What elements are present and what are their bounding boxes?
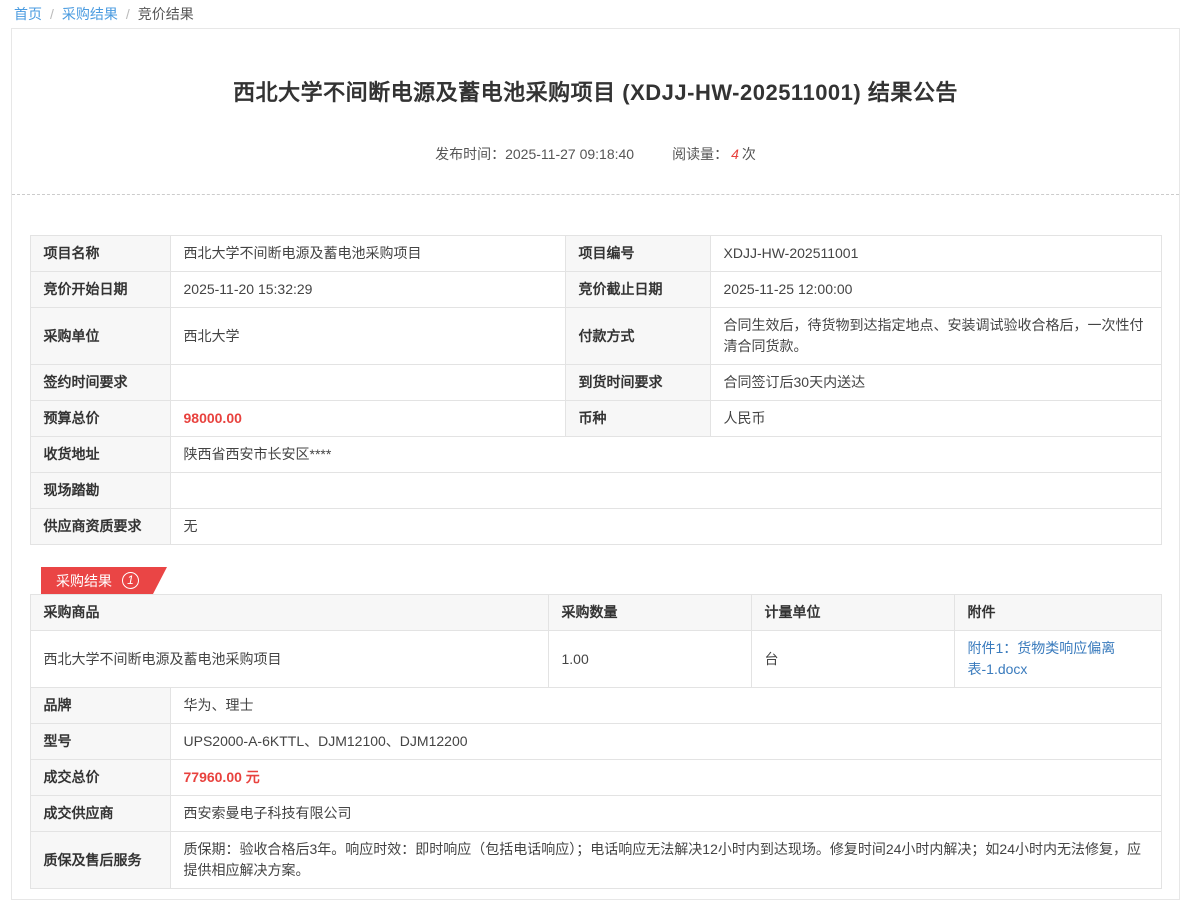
- breadcrumb-home-link[interactable]: 首页: [14, 4, 42, 24]
- field-value: 西北大学: [170, 308, 565, 365]
- table-row: 采购单位 西北大学 付款方式 合同生效后，待货物到达指定地点、安装调试验收合格后…: [30, 308, 1161, 365]
- table-row: 供应商资质要求 无: [30, 509, 1161, 545]
- field-label: 项目编号: [565, 236, 710, 272]
- project-info-table: 项目名称 西北大学不间断电源及蓄电池采购项目 项目编号 XDJJ-HW-2025…: [30, 235, 1162, 545]
- field-label: 币种: [565, 401, 710, 437]
- budget-total-value: 98000.00: [170, 401, 565, 437]
- table-row: 成交供应商 西安索曼电子科技有限公司: [30, 796, 1161, 832]
- field-label: 付款方式: [565, 308, 710, 365]
- result-product-table: 采购商品 采购数量 计量单位 附件 西北大学不间断电源及蓄电池采购项目 1.00…: [30, 594, 1162, 688]
- views-count: 4: [731, 146, 739, 162]
- field-value: XDJJ-HW-202511001: [710, 236, 1161, 272]
- publish-time-label: 发布时间：: [435, 146, 505, 162]
- product-name: 西北大学不间断电源及蓄电池采购项目: [30, 631, 548, 688]
- field-value: UPS2000-A-6KTTL、DJM12100、DJM12200: [170, 724, 1161, 760]
- column-header: 采购数量: [548, 595, 751, 631]
- attachment-link[interactable]: 附件1：货物类响应偏离表-1.docx: [968, 638, 1130, 680]
- field-label: 预算总价: [30, 401, 170, 437]
- field-value: 合同生效后，待货物到达指定地点、安装调试验收合格后，一次性付清合同货款。: [710, 308, 1161, 365]
- publish-time-value: 2025-11-27 09:18:40: [505, 146, 634, 162]
- field-label: 品牌: [30, 688, 170, 724]
- field-value: 西北大学不间断电源及蓄电池采购项目: [170, 236, 565, 272]
- table-row: 竞价开始日期 2025-11-20 15:32:29 竞价截止日期 2025-1…: [30, 272, 1161, 308]
- field-value: 合同签订后30天内送达: [710, 365, 1161, 401]
- field-value: 2025-11-25 12:00:00: [710, 272, 1161, 308]
- dashed-divider: [12, 194, 1179, 195]
- field-label: 到货时间要求: [565, 365, 710, 401]
- field-label: 质保及售后服务: [30, 832, 170, 889]
- publish-info: 发布时间：2025-11-27 09:18:40 阅读量：4次: [12, 144, 1179, 164]
- field-label: 收货地址: [30, 437, 170, 473]
- field-label: 型号: [30, 724, 170, 760]
- field-label: 竞价开始日期: [30, 272, 170, 308]
- field-value: 2025-11-20 15:32:29: [170, 272, 565, 308]
- breadcrumb-separator: /: [50, 6, 54, 22]
- breadcrumb-current-page: 竞价结果: [138, 4, 194, 24]
- field-label: 成交供应商: [30, 796, 170, 832]
- field-label: 现场踏勘: [30, 473, 170, 509]
- field-label: 采购单位: [30, 308, 170, 365]
- views-unit: 次: [742, 146, 756, 162]
- table-row: 签约时间要求 到货时间要求 合同签订后30天内送达: [30, 365, 1161, 401]
- column-header: 附件: [954, 595, 1161, 631]
- product-quantity: 1.00: [548, 631, 751, 688]
- field-label: 签约时间要求: [30, 365, 170, 401]
- table-row: 收货地址 陕西省西安市长安区****: [30, 437, 1161, 473]
- field-value: 人民币: [710, 401, 1161, 437]
- field-value: 西安索曼电子科技有限公司: [170, 796, 1161, 832]
- page-title: 西北大学不间断电源及蓄电池采购项目 (XDJJ-HW-202511001) 结果…: [12, 75, 1179, 107]
- table-row: 现场踏勘: [30, 473, 1161, 509]
- field-label: 项目名称: [30, 236, 170, 272]
- announcement-card: 西北大学不间断电源及蓄电池采购项目 (XDJJ-HW-202511001) 结果…: [11, 28, 1180, 900]
- field-value: 质保期：验收合格后3年。响应时效：即时响应（包括电话响应）；电话响应无法解决12…: [170, 832, 1161, 889]
- field-label: 竞价截止日期: [565, 272, 710, 308]
- field-value: 华为、理士: [170, 688, 1161, 724]
- breadcrumb: 首页 / 采购结果 / 竞价结果: [0, 0, 1191, 28]
- field-value: [170, 365, 565, 401]
- field-value: [170, 473, 1161, 509]
- breadcrumb-separator: /: [126, 6, 130, 22]
- field-label: 成交总价: [30, 760, 170, 796]
- badge-label: 采购结果: [56, 571, 112, 591]
- badge-count-circle: 1: [122, 572, 139, 589]
- breadcrumb-procurement-results-link[interactable]: 采购结果: [62, 4, 118, 24]
- product-row: 西北大学不间断电源及蓄电池采购项目 1.00 台 附件1：货物类响应偏离表-1.…: [30, 631, 1161, 688]
- field-value: 陕西省西安市长安区****: [170, 437, 1161, 473]
- product-unit: 台: [751, 631, 954, 688]
- table-row: 品牌 华为、理士: [30, 688, 1161, 724]
- views-label: 阅读量：: [672, 146, 728, 162]
- column-header: 计量单位: [751, 595, 954, 631]
- field-label: 供应商资质要求: [30, 509, 170, 545]
- table-row: 预算总价 98000.00 币种 人民币: [30, 401, 1161, 437]
- table-row: 型号 UPS2000-A-6KTTL、DJM12100、DJM12200: [30, 724, 1161, 760]
- procurement-result-badge: 采购结果 1: [41, 567, 167, 594]
- column-header: 采购商品: [30, 595, 548, 631]
- table-row: 成交总价 77960.00 元: [30, 760, 1161, 796]
- table-row: 项目名称 西北大学不间断电源及蓄电池采购项目 项目编号 XDJJ-HW-2025…: [30, 236, 1161, 272]
- result-detail-table: 品牌 华为、理士 型号 UPS2000-A-6KTTL、DJM12100、DJM…: [30, 687, 1162, 889]
- field-value: 无: [170, 509, 1161, 545]
- table-header-row: 采购商品 采购数量 计量单位 附件: [30, 595, 1161, 631]
- deal-total-price: 77960.00 元: [170, 760, 1161, 796]
- table-row: 质保及售后服务 质保期：验收合格后3年。响应时效：即时响应（包括电话响应）；电话…: [30, 832, 1161, 889]
